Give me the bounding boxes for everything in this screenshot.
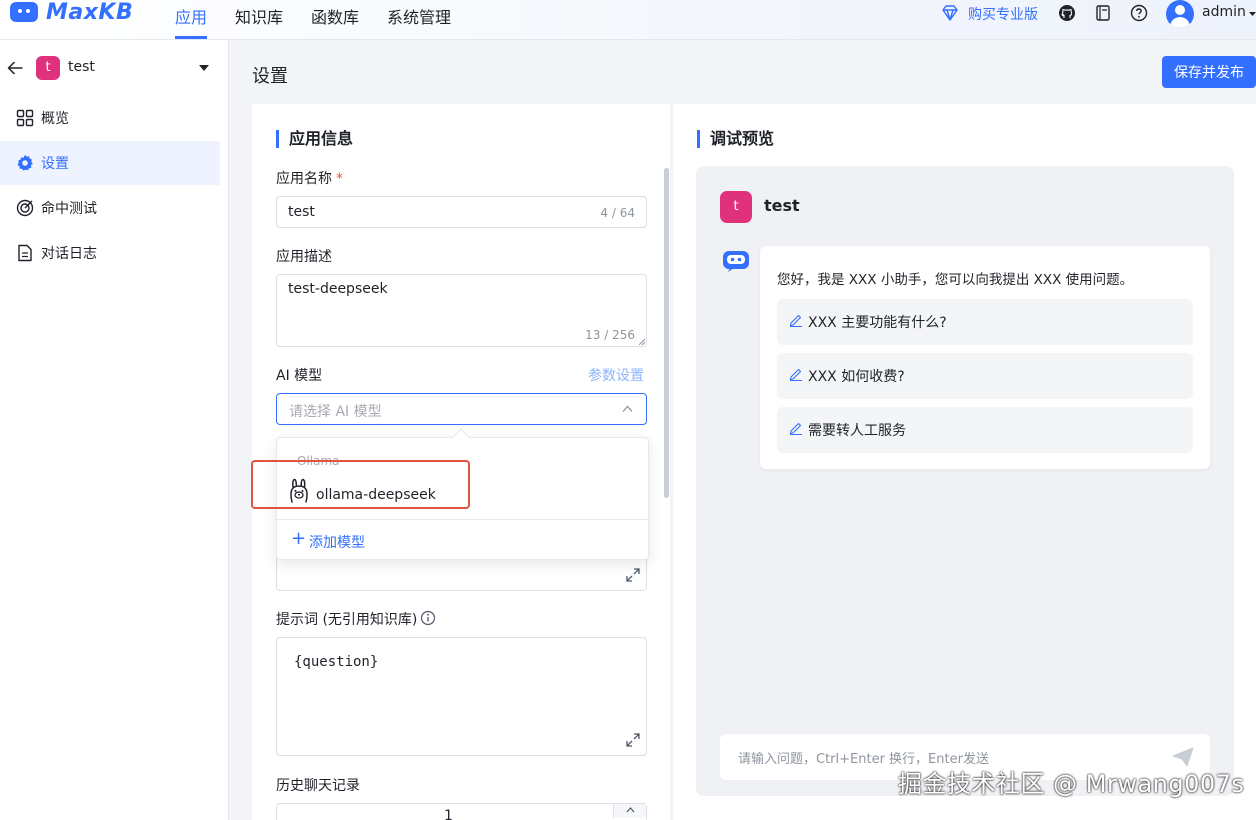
history-number-input[interactable]: 1	[276, 803, 647, 820]
grid-icon	[16, 109, 34, 127]
chevron-up-icon	[626, 807, 635, 813]
logo-text[interactable]: MaxKB	[46, 0, 133, 25]
bot-greeting: 您好，我是 XXX 小助手，您可以向我提出 XXX 使用问题。	[777, 272, 1134, 288]
param-settings-link[interactable]: 参数设置	[588, 365, 644, 385]
app-desc-textarea[interactable]: test-deepseek 13 / 256	[276, 274, 647, 347]
suggested-question-text: XXX 如何收费?	[808, 369, 905, 385]
buy-pro-link[interactable]: 购买专业版	[968, 4, 1038, 24]
suggested-question-text: 需要转人工服务	[808, 423, 906, 439]
help-icon[interactable]	[1130, 4, 1148, 22]
nav-active-underline	[175, 36, 207, 39]
maxkb-logo-icon[interactable]	[10, 2, 38, 22]
sidebar-item-hit-test[interactable]: 命中测试	[0, 186, 220, 230]
document-icon	[18, 244, 32, 262]
prompt-label: 提示词 (无引用知识库)	[276, 612, 418, 628]
nav-system[interactable]: 系统管理	[387, 4, 451, 28]
target-icon	[16, 199, 34, 217]
app-name-input[interactable]: test 4 / 64	[276, 196, 647, 228]
expand-icon[interactable]	[626, 568, 640, 582]
section-title-preview: 调试预览	[697, 130, 774, 148]
sidebar-item-label: 命中测试	[41, 201, 97, 217]
chevron-up-icon	[622, 405, 633, 412]
app-name-counter: 4 / 64	[600, 206, 635, 220]
edit-pen-icon	[789, 314, 802, 327]
user-caret-icon[interactable]	[1249, 11, 1256, 17]
ai-model-placeholder: 请选择 AI 模型	[289, 404, 382, 420]
resize-handle-icon[interactable]	[638, 338, 645, 345]
edit-pen-icon	[789, 422, 802, 435]
info-icon[interactable]	[420, 610, 436, 626]
sidebar: t test 概览 设置 命中测试 对话日志	[0, 40, 229, 820]
history-label: 历史聊天记录	[276, 778, 360, 794]
section-title-app-info: 应用信息	[276, 130, 353, 148]
gear-icon	[17, 154, 33, 171]
app-avatar: t	[36, 56, 60, 80]
nav-functions[interactable]: 函数库	[311, 4, 359, 28]
preview-app-avatar: t	[720, 191, 752, 223]
github-icon[interactable]	[1058, 4, 1076, 22]
suggested-question-text: XXX 主要功能有什么?	[808, 315, 947, 331]
watermark-text: 掘金技术社区 @ Mrwang007s	[898, 770, 1245, 798]
app-switch-caret-icon[interactable]	[199, 65, 209, 72]
prompt-value: {question}	[294, 654, 379, 670]
save-and-publish-button[interactable]: 保存并发布	[1162, 56, 1256, 88]
diamond-icon[interactable]	[941, 4, 959, 22]
app-desc-value: test-deepseek	[288, 281, 388, 297]
suggested-question[interactable]: XXX 主要功能有什么?	[777, 299, 1193, 345]
dropdown-divider	[277, 519, 648, 520]
page-title: 设置	[252, 66, 288, 87]
back-arrow-icon[interactable]	[7, 61, 23, 75]
book-icon[interactable]	[1094, 4, 1112, 22]
app-name-label: 应用名称 *	[276, 171, 343, 187]
sidebar-item-settings[interactable]: 设置	[0, 141, 220, 185]
nav-apps[interactable]: 应用	[175, 4, 207, 28]
sidebar-item-overview[interactable]: 概览	[0, 96, 220, 140]
app-name[interactable]: test	[68, 59, 95, 75]
ai-model-select[interactable]: 请选择 AI 模型	[276, 393, 647, 425]
suggested-question[interactable]: XXX 如何收费?	[777, 353, 1193, 399]
user-avatar-icon[interactable]	[1166, 0, 1194, 28]
app-desc-counter: 13 / 256	[585, 328, 635, 342]
nav-knowledge[interactable]: 知识库	[235, 4, 283, 28]
user-name[interactable]: admin	[1202, 4, 1246, 20]
sidebar-item-label: 概览	[41, 111, 69, 127]
app-desc-label: 应用描述	[276, 249, 332, 265]
add-model-label: 添加模型	[309, 535, 365, 551]
history-value: 1	[444, 808, 453, 820]
sidebar-item-label: 设置	[41, 156, 69, 172]
edit-pen-icon	[789, 368, 802, 381]
panel-scrollbar[interactable]	[664, 168, 669, 498]
top-header: MaxKB 应用 知识库 函数库 系统管理 购买专业版 admin	[0, 0, 1256, 40]
app-name-value: test	[288, 204, 315, 220]
sidebar-item-label: 对话日志	[41, 246, 97, 262]
preview-app-name: test	[764, 196, 800, 215]
plus-icon: +	[291, 528, 307, 549]
ai-model-label: AI 模型	[276, 368, 323, 384]
add-model-button[interactable]: + 添加模型	[291, 528, 411, 554]
sidebar-item-chat-log[interactable]: 对话日志	[0, 231, 220, 275]
annotation-highlight-box	[251, 460, 470, 509]
suggested-question[interactable]: 需要转人工服务	[777, 407, 1193, 453]
increment-button[interactable]	[613, 804, 646, 818]
prompt-textarea[interactable]: {question}	[276, 637, 647, 756]
expand-icon[interactable]	[626, 733, 640, 747]
robot-icon	[723, 251, 749, 272]
